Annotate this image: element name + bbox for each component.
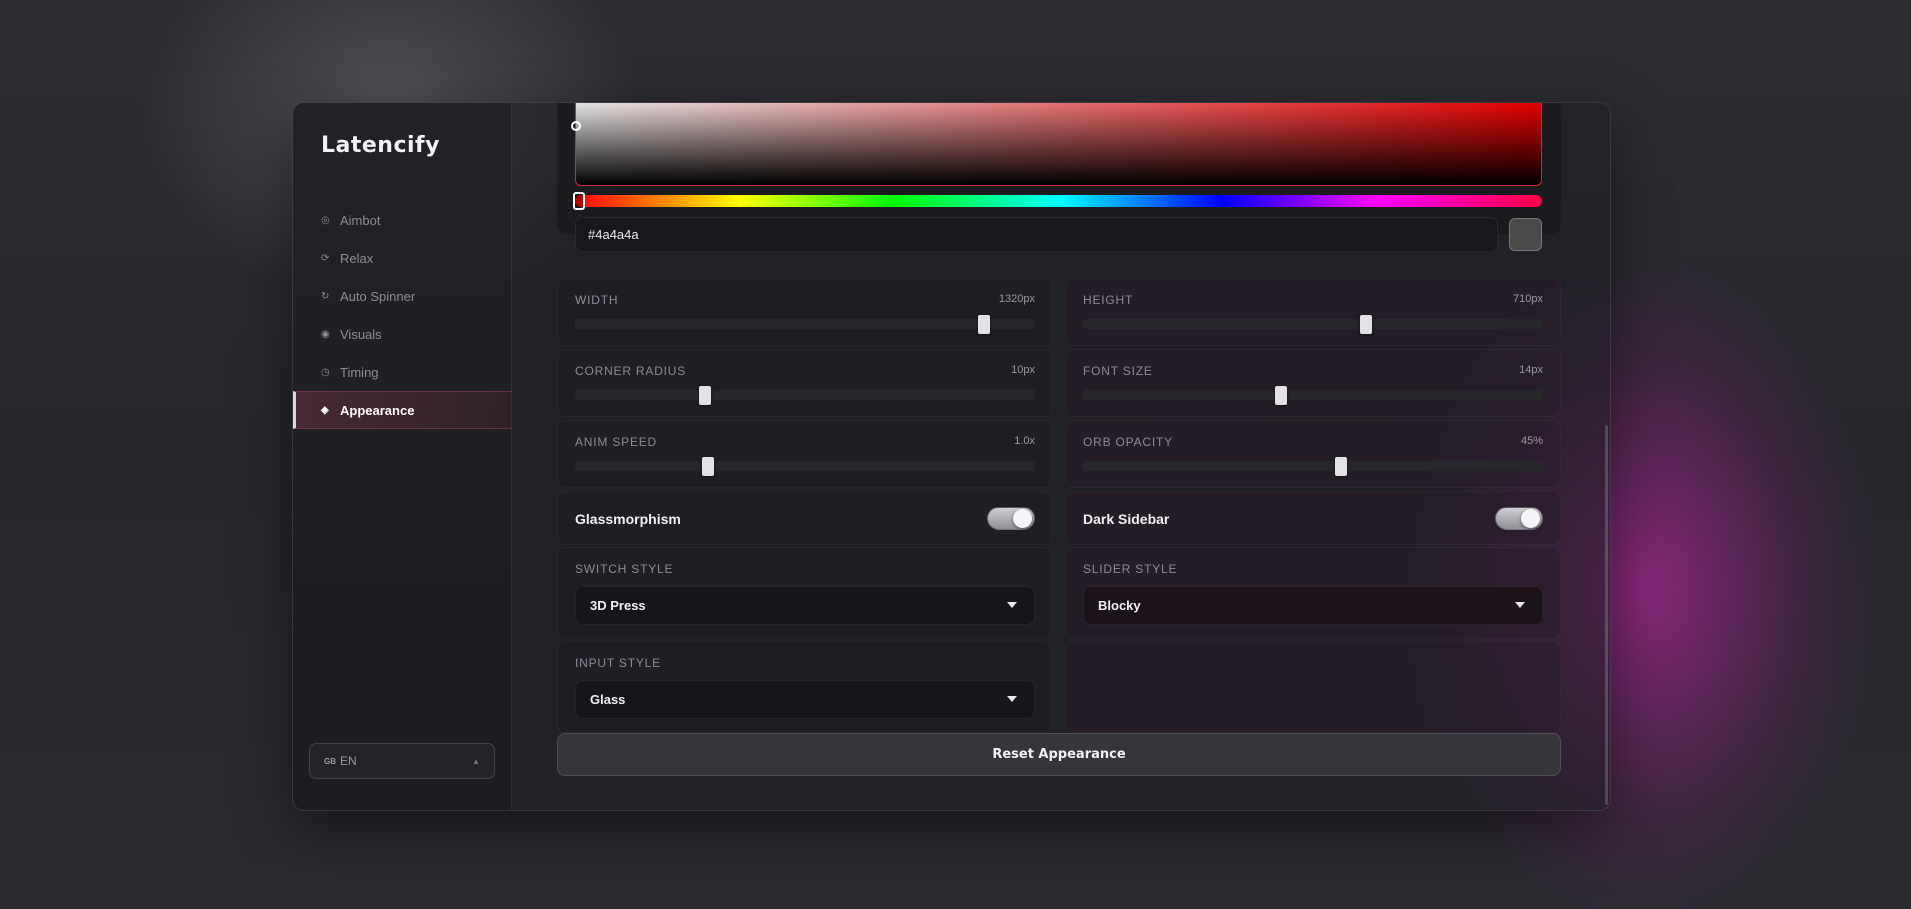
slider-thumb[interactable] bbox=[702, 457, 715, 476]
select-value: Blocky bbox=[1098, 598, 1141, 613]
orb-opacity-label: Orb Opacity bbox=[1083, 435, 1173, 449]
chevron-down-icon bbox=[1515, 602, 1525, 608]
reset-appearance-button[interactable]: Reset Appearance bbox=[557, 733, 1561, 776]
chevron-up-icon: ▲ bbox=[472, 756, 480, 766]
font-size-value: 14px bbox=[1519, 364, 1543, 376]
hex-input[interactable]: #4a4a4a bbox=[575, 217, 1498, 252]
input-style-select[interactable]: Glass bbox=[575, 680, 1035, 719]
anim-speed-label: Anim Speed bbox=[575, 435, 658, 449]
select-value: Glass bbox=[590, 692, 626, 707]
glassmorphism-toggle[interactable] bbox=[987, 507, 1035, 530]
height-label: Height bbox=[1083, 293, 1134, 307]
sidebar: Latencify ◎ Aimbot ⟳ Relax ↻ Auto Spinne… bbox=[293, 103, 512, 810]
dark-sidebar-label: Dark Sidebar bbox=[1083, 511, 1170, 527]
eye-icon: ◉ bbox=[321, 328, 330, 340]
width-value: 1320px bbox=[998, 293, 1035, 305]
settings-panel: #4a4a4a Width 1320px Height 710px Corner… bbox=[512, 103, 1610, 810]
sidebar-nav: ◎ Aimbot ⟳ Relax ↻ Auto Spinner ◉ Visual… bbox=[293, 201, 512, 429]
glassmorphism-card: Glassmorphism bbox=[557, 491, 1053, 545]
sidebar-item-relax[interactable]: ⟳ Relax bbox=[293, 239, 512, 277]
height-slider-card: Height 710px bbox=[1065, 278, 1561, 346]
width-slider-card: Width 1320px bbox=[557, 278, 1053, 346]
dark-sidebar-toggle[interactable] bbox=[1495, 507, 1543, 530]
slider-thumb[interactable] bbox=[978, 315, 991, 334]
language-label: EN bbox=[340, 754, 357, 768]
scrollbar[interactable] bbox=[1605, 425, 1608, 805]
slider-thumb[interactable] bbox=[1274, 386, 1287, 405]
color-picker: #4a4a4a bbox=[557, 103, 1561, 252]
chevron-down-icon bbox=[1007, 602, 1017, 608]
slider-style-card: Slider Style Blocky bbox=[1065, 547, 1561, 639]
dark-sidebar-card: Dark Sidebar bbox=[1065, 491, 1561, 545]
input-style-card: Input Style Glass bbox=[557, 641, 1053, 733]
refresh-icon: ⟳ bbox=[321, 252, 330, 264]
width-label: Width bbox=[575, 293, 619, 307]
hue-handle[interactable] bbox=[573, 192, 585, 210]
sidebar-item-label: Aimbot bbox=[340, 212, 381, 228]
slider-thumb[interactable] bbox=[1359, 315, 1372, 334]
glassmorphism-label: Glassmorphism bbox=[575, 511, 681, 527]
chevron-down-icon bbox=[1007, 696, 1017, 702]
sidebar-item-label: Timing bbox=[340, 364, 379, 380]
sidebar-item-label: Relax bbox=[340, 250, 374, 266]
app-logo: Latencify bbox=[321, 133, 440, 158]
empty-card bbox=[1065, 641, 1561, 733]
sidebar-item-visuals[interactable]: ◉ Visuals bbox=[293, 315, 512, 353]
orb-opacity-value: 45% bbox=[1520, 435, 1543, 447]
sidebar-item-aimbot[interactable]: ◎ Aimbot bbox=[293, 201, 512, 239]
flag-icon: GB bbox=[324, 756, 336, 766]
app-window: Latencify ◎ Aimbot ⟳ Relax ↻ Auto Spinne… bbox=[292, 102, 1611, 811]
orb-opacity-slider-card: Orb Opacity 45% bbox=[1065, 420, 1561, 488]
orb-opacity-slider[interactable] bbox=[1083, 457, 1543, 476]
slider-thumb[interactable] bbox=[1334, 457, 1347, 476]
sidebar-item-appearance[interactable]: ◈ Appearance bbox=[293, 391, 512, 429]
color-swatch[interactable] bbox=[1509, 218, 1542, 251]
input-style-label: Input Style bbox=[575, 656, 661, 670]
sidebar-item-auto-spinner[interactable]: ↻ Auto Spinner bbox=[293, 277, 512, 315]
font-size-slider[interactable] bbox=[1083, 386, 1543, 405]
clock-icon: ◷ bbox=[321, 366, 330, 378]
corner-radius-label: Corner Radius bbox=[575, 364, 687, 378]
sidebar-item-timing[interactable]: ◷ Timing bbox=[293, 353, 512, 391]
corner-radius-slider[interactable] bbox=[575, 386, 1035, 405]
saturation-value-area[interactable] bbox=[571, 103, 1542, 186]
sidebar-item-label: Auto Spinner bbox=[340, 288, 416, 304]
switch-style-select[interactable]: 3D Press bbox=[575, 586, 1035, 625]
sidebar-item-label: Appearance bbox=[340, 402, 415, 418]
width-slider[interactable] bbox=[575, 315, 1035, 334]
slider-thumb[interactable] bbox=[699, 386, 712, 405]
color-cursor[interactable] bbox=[571, 121, 581, 131]
switch-style-label: Switch Style bbox=[575, 562, 674, 576]
anim-speed-value: 1.0x bbox=[1014, 435, 1035, 447]
toggle-knob bbox=[1521, 509, 1540, 528]
hue-slider[interactable] bbox=[575, 195, 1542, 207]
font-size-label: Font Size bbox=[1083, 364, 1153, 378]
anim-speed-slider-card: Anim Speed 1.0x bbox=[557, 420, 1053, 488]
crosshair-icon: ◎ bbox=[321, 214, 330, 226]
height-slider[interactable] bbox=[1083, 315, 1543, 334]
switch-style-card: Switch Style 3D Press bbox=[557, 547, 1053, 639]
font-size-slider-card: Font Size 14px bbox=[1065, 349, 1561, 417]
spinner-icon: ↻ bbox=[321, 290, 330, 302]
slider-style-select[interactable]: Blocky bbox=[1083, 586, 1543, 625]
diamond-icon: ◈ bbox=[321, 404, 329, 416]
corner-radius-slider-card: Corner Radius 10px bbox=[557, 349, 1053, 417]
language-select[interactable]: GB EN ▲ bbox=[309, 743, 495, 779]
toggle-knob bbox=[1013, 509, 1032, 528]
anim-speed-slider[interactable] bbox=[575, 457, 1035, 476]
corner-radius-value: 10px bbox=[1011, 364, 1035, 376]
select-value: 3D Press bbox=[590, 598, 646, 613]
height-value: 710px bbox=[1513, 293, 1543, 305]
sidebar-item-label: Visuals bbox=[340, 326, 382, 342]
slider-style-label: Slider Style bbox=[1083, 562, 1178, 576]
